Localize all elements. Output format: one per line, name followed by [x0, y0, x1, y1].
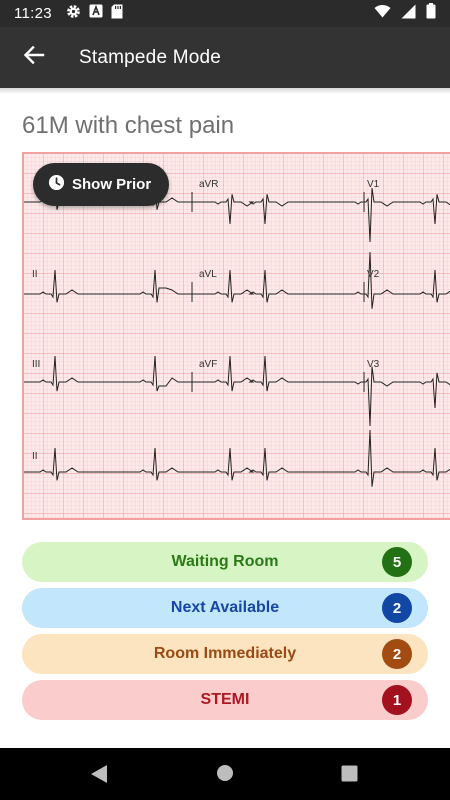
- triage-label: Waiting Room: [171, 553, 279, 570]
- ecg-lead-label: aVL: [199, 269, 217, 280]
- triage-label: Room Immediately: [153, 645, 297, 662]
- gear-icon: [66, 4, 81, 24]
- status-time: 11:23: [14, 5, 52, 22]
- triage-label: STEMI: [200, 691, 250, 708]
- nav-back-icon[interactable]: [90, 764, 108, 789]
- ecg-lead-label: V1: [367, 179, 380, 190]
- ecg-lead-label: V3: [367, 359, 380, 370]
- signal-icon: [401, 4, 416, 24]
- battery-icon: [426, 3, 436, 24]
- font-icon: [89, 4, 103, 23]
- sd-card-icon: [111, 4, 123, 24]
- clock-icon: [48, 174, 65, 196]
- ecg-lead-label: II: [32, 451, 38, 462]
- ecg-lead-label: III: [32, 359, 40, 370]
- ecg-lead-label: aVF: [199, 359, 217, 370]
- show-prior-label: Show Prior: [72, 176, 152, 193]
- show-prior-button[interactable]: Show Prior: [33, 163, 169, 206]
- waiting-room-button[interactable]: Waiting Room 5: [22, 542, 428, 582]
- room-immediately-button[interactable]: Room Immediately 2: [22, 634, 428, 674]
- count-badge: 2: [382, 639, 412, 669]
- triage-label: Next Available: [170, 599, 280, 616]
- back-button[interactable]: [20, 43, 48, 71]
- status-right-icons: [374, 3, 436, 24]
- nav-recents-icon[interactable]: [341, 765, 358, 787]
- count-badge: 5: [382, 547, 412, 577]
- count-badge: 1: [382, 685, 412, 715]
- arrow-left-icon: [23, 44, 45, 71]
- app-title: Stampede Mode: [79, 47, 222, 68]
- app-bar-shadow: [0, 88, 450, 94]
- ecg-lead-label: aVR: [199, 179, 218, 190]
- ecg-lead-label: II: [32, 269, 38, 280]
- status-bar: 11:23: [0, 0, 450, 27]
- ecg-tracing: aVR V1 II aVL V2 III aVF V3 II: [24, 154, 450, 518]
- stemi-button[interactable]: STEMI 1: [22, 680, 428, 720]
- ecg-image[interactable]: aVR V1 II aVL V2 III aVF V3 II: [22, 152, 450, 520]
- wifi-icon: [374, 4, 391, 23]
- next-available-button[interactable]: Next Available 2: [22, 588, 428, 628]
- ecg-lead-label: V2: [367, 269, 380, 280]
- app-bar: Stampede Mode: [0, 27, 450, 88]
- case-title: 61M with chest pain: [22, 112, 235, 139]
- count-badge: 2: [382, 593, 412, 623]
- nav-home-icon[interactable]: [216, 764, 234, 787]
- status-left-icons: [66, 4, 123, 24]
- navigation-bar: [0, 748, 450, 800]
